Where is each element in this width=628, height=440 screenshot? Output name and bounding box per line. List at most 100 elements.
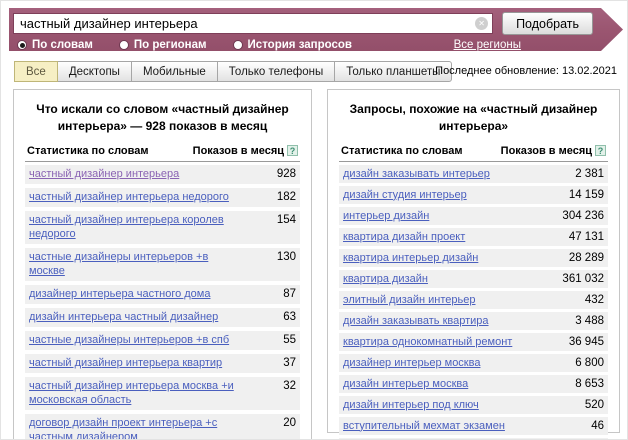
shows-value: 3 488 bbox=[565, 314, 604, 328]
keyword-link[interactable]: дизайн интерьер под ключ bbox=[343, 398, 479, 412]
keyword-link[interactable]: квартира однокомнатный ремонт bbox=[343, 335, 512, 349]
help-icon[interactable]: ? bbox=[287, 145, 298, 156]
shows-value: 37 bbox=[273, 356, 296, 370]
table-row: частный дизайнер интерьера москва +и мос… bbox=[25, 377, 300, 410]
radio-icon[interactable] bbox=[233, 40, 243, 50]
shows-value: 6 800 bbox=[565, 356, 604, 370]
table-row: вступительный мехмат экзамен 46 bbox=[339, 417, 608, 435]
clear-search-icon[interactable]: ✕ bbox=[475, 17, 488, 30]
device-tab[interactable]: Все bbox=[14, 61, 58, 82]
shows-value: 46 bbox=[581, 419, 604, 433]
keyword-link[interactable]: частный дизайнер интерьера королев недор… bbox=[29, 213, 244, 241]
keyword-link[interactable]: договор дизайн проект интерьера +с частн… bbox=[29, 416, 244, 440]
table-row: договор дизайн проект интерьера +с частн… bbox=[25, 414, 300, 440]
shows-value: 432 bbox=[575, 293, 604, 307]
table-row: квартира интерьер дизайн 28 289 bbox=[339, 249, 608, 267]
help-icon[interactable]: ? bbox=[595, 145, 606, 156]
column-shows-header: Показов в месяц ? bbox=[501, 145, 606, 157]
table-row: дизайнер интерьер москва 6 800 bbox=[339, 354, 608, 372]
table-row: квартира однокомнатный ремонт 36 945 bbox=[339, 333, 608, 351]
keyword-link[interactable]: частный дизайнер интерьера квартир bbox=[29, 356, 222, 370]
search-field-wrap: ✕ bbox=[13, 13, 493, 34]
mode-radio-option[interactable]: По регионам bbox=[119, 39, 207, 51]
table-row: интерьер дизайн 304 236 bbox=[339, 207, 608, 225]
similar-panel-title: Запросы, похожие на «частный дизайнер ин… bbox=[347, 101, 600, 135]
submit-button[interactable]: Подобрать bbox=[502, 12, 593, 35]
keyword-link[interactable]: частный дизайнер интерьера недорого bbox=[29, 190, 229, 204]
device-tab[interactable]: Только телефоны bbox=[217, 61, 335, 82]
keyword-link[interactable]: частные дизайнеры интерьеров +в спб bbox=[29, 333, 229, 347]
keyword-link[interactable]: дизайн заказывать квартира bbox=[343, 314, 489, 328]
keyword-link[interactable]: квартира интерьер дизайн bbox=[343, 251, 478, 265]
column-shows-header: Показов в месяц ? bbox=[193, 145, 298, 157]
shows-value: 14 159 bbox=[559, 188, 604, 202]
table-row: квартира дизайн 361 032 bbox=[339, 270, 608, 288]
device-tab[interactable]: Мобильные bbox=[131, 61, 218, 82]
column-shows-label: Показов в месяц bbox=[501, 145, 592, 157]
radio-icon[interactable] bbox=[17, 40, 27, 50]
keyword-link[interactable]: дизайн студия интерьер bbox=[343, 188, 467, 202]
keywords-panel: Что искали со словом «частный дизайнер и… bbox=[13, 89, 312, 440]
radio-icon[interactable] bbox=[119, 40, 129, 50]
table-row: частный дизайнер интерьера недорого 182 bbox=[25, 188, 300, 207]
keyword-link[interactable]: квартира дизайн bbox=[343, 272, 428, 286]
keyword-link[interactable]: частные дизайнеры интерьеров +в москве bbox=[29, 250, 244, 278]
shows-value: 520 bbox=[575, 398, 604, 412]
shows-value: 36 945 bbox=[559, 335, 604, 349]
shows-value: 154 bbox=[267, 213, 296, 227]
shows-value: 304 236 bbox=[552, 209, 604, 223]
table-row: частные дизайнеры интерьеров +в спб 55 bbox=[25, 331, 300, 350]
search-banner: ✕ Подобрать По словам По регионам bbox=[9, 8, 623, 51]
table-row: частный дизайнер интерьера 928 bbox=[25, 165, 300, 184]
table-row: частный дизайнер интерьера королев недор… bbox=[25, 211, 300, 244]
keyword-link[interactable]: вступительный мехмат экзамен bbox=[343, 419, 505, 433]
similar-queries-panel: Запросы, похожие на «частный дизайнер ин… bbox=[327, 89, 620, 433]
keyword-link[interactable]: частный дизайнер интерьера москва +и мос… bbox=[29, 379, 244, 407]
shows-value: 28 289 bbox=[559, 251, 604, 265]
table-row: дизайн интерьера частный дизайнер 63 bbox=[25, 308, 300, 327]
table-row: квартира дизайн проект 47 131 bbox=[339, 228, 608, 246]
keyword-link[interactable]: квартира дизайн проект bbox=[343, 230, 465, 244]
keyword-link[interactable]: частный дизайнер интерьера bbox=[29, 167, 179, 181]
table-row: дизайн студия интерьер 14 159 bbox=[339, 186, 608, 204]
table-row: дизайн интерьер москва 8 653 bbox=[339, 375, 608, 393]
keyword-link[interactable]: дизайн заказывать интерьер bbox=[343, 167, 490, 181]
mode-radio-option[interactable]: История запросов bbox=[233, 39, 352, 51]
keyword-link[interactable]: элитный дизайн интерьер bbox=[343, 293, 476, 307]
column-shows-label: Показов в месяц bbox=[193, 145, 284, 157]
column-keyword-header: Статистика по словам bbox=[27, 145, 149, 157]
keyword-link[interactable]: дизайн интерьер москва bbox=[343, 377, 468, 391]
shows-value: 55 bbox=[273, 333, 296, 347]
shows-value: 182 bbox=[267, 190, 296, 204]
shows-value: 87 bbox=[273, 287, 296, 301]
search-input[interactable] bbox=[13, 13, 493, 34]
mode-row: По словам По регионам История запросов В… bbox=[13, 39, 593, 51]
shows-value: 63 bbox=[273, 310, 296, 324]
all-regions-link[interactable]: Все регионы bbox=[454, 39, 521, 51]
keywords-table: частный дизайнер интерьера 928 частный д… bbox=[25, 165, 300, 440]
shows-value: 361 032 bbox=[552, 272, 604, 286]
keyword-link[interactable]: дизайн интерьера частный дизайнер bbox=[29, 310, 218, 324]
shows-value: 20 bbox=[273, 416, 296, 430]
keyword-link[interactable]: дизайнер интерьера частного дома bbox=[29, 287, 210, 301]
similar-queries-table: дизайн заказывать интерьер 2 381 дизайн … bbox=[339, 165, 608, 440]
mode-radio-option[interactable]: По словам bbox=[17, 39, 93, 51]
device-tab[interactable]: Десктопы bbox=[57, 61, 132, 82]
wordstat-page: ✕ Подобрать По словам По регионам bbox=[0, 0, 628, 440]
column-headers: Статистика по словам Показов в месяц ? bbox=[25, 143, 300, 162]
table-row: дизайнер интерьера частного дома 87 bbox=[25, 285, 300, 304]
mode-radio-group: По словам По регионам История запросов bbox=[17, 39, 378, 51]
table-row: дизайн заказывать квартира 3 488 bbox=[339, 312, 608, 330]
table-row: элитный дизайн интерьер 432 bbox=[339, 291, 608, 309]
keyword-link[interactable]: дизайнер интерьер москва bbox=[343, 356, 480, 370]
last-update-text: Последнее обновление: 13.02.2021 bbox=[435, 65, 617, 77]
keyword-link[interactable]: интерьер дизайн bbox=[343, 209, 429, 223]
mode-label: По регионам bbox=[134, 39, 207, 51]
search-row: ✕ Подобрать bbox=[13, 12, 593, 35]
mode-label: По словам bbox=[32, 39, 93, 51]
table-row: частные дизайнеры интерьеров +в москве 1… bbox=[25, 248, 300, 281]
shows-value: 32 bbox=[273, 379, 296, 393]
shows-value: 928 bbox=[267, 167, 296, 181]
shows-value: 47 131 bbox=[559, 230, 604, 244]
shows-value: 8 653 bbox=[565, 377, 604, 391]
